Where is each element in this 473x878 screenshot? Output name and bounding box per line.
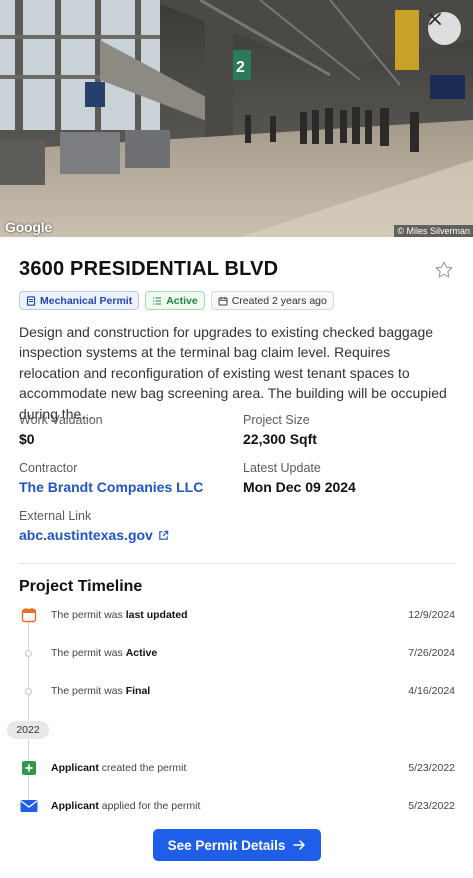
street-view-photo: 2 Google © Miles Silverman: [0, 0, 473, 237]
contractor-link[interactable]: The Brandt Companies LLC: [19, 479, 203, 495]
dot-icon: [19, 644, 38, 663]
favorite-button[interactable]: [434, 260, 454, 280]
work-valuation-label: Work Valuation: [19, 413, 103, 427]
timeline-item-date: 7/26/2024: [408, 647, 455, 659]
timeline-item-date: 12/9/2024: [408, 609, 455, 621]
close-button[interactable]: [428, 12, 461, 45]
latest-update-field: Latest Update Mon Dec 09 2024: [243, 461, 356, 495]
project-size-value: 22,300 Sqft: [243, 431, 317, 447]
project-size-label: Project Size: [243, 413, 310, 427]
calendar-icon: [19, 606, 38, 625]
photo-credit: © Miles Silverman: [394, 225, 473, 237]
see-permit-details-button[interactable]: See Permit Details: [153, 829, 321, 861]
permit-type-label: Mechanical Permit: [40, 294, 133, 307]
timeline-item-text: Applicant applied for the permit: [51, 800, 201, 812]
status-badge: Active: [145, 291, 205, 310]
timeline-item-text: The permit was Active: [51, 647, 158, 659]
timeline-item-date: 5/23/2022: [408, 762, 455, 774]
project-size-field: Project Size 22,300 Sqft: [243, 413, 317, 447]
timeline-item-date: 5/23/2022: [408, 800, 455, 812]
dot-icon: [19, 682, 38, 701]
created-label: Created 2 years ago: [231, 294, 327, 307]
close-icon: [429, 13, 441, 25]
work-valuation-field: Work Valuation $0: [19, 413, 103, 447]
contractor-field: Contractor The Brandt Companies LLC: [19, 461, 203, 495]
permit-address-title: 3600 PRESIDENTIAL BLVD: [19, 258, 279, 280]
year-marker: 2022: [7, 721, 49, 739]
airport-terminal-image: 2: [0, 0, 473, 237]
created-badge: Created 2 years ago: [210, 291, 334, 310]
status-label: Active: [166, 294, 198, 307]
external-link-field: External Link abc.austintexas.gov: [19, 509, 169, 543]
document-icon: [26, 295, 36, 306]
timeline-item: Applicant applied for the permit 5/23/20…: [19, 796, 455, 816]
calendar-small-icon: [218, 296, 228, 305]
latest-update-value: Mon Dec 09 2024: [243, 479, 356, 495]
permit-description: Design and construction for upgrades to …: [19, 324, 447, 422]
timeline-item: The permit was Final 4/16/2024: [19, 681, 455, 701]
timeline-item-text: The permit was Final: [51, 685, 151, 697]
permit-type-badge: Mechanical Permit: [19, 291, 140, 310]
timeline-item-text: The permit was last updated: [51, 609, 188, 621]
plus-icon: [19, 759, 38, 778]
timeline-item: The permit was Active 7/26/2024: [19, 643, 455, 663]
external-link[interactable]: abc.austintexas.gov: [19, 527, 169, 543]
badge-row: Mechanical Permit Active Created 2 years…: [19, 291, 334, 310]
timeline-item-date: 4/16/2024: [408, 685, 455, 697]
timeline-title: Project Timeline: [19, 578, 143, 595]
work-valuation-value: $0: [19, 431, 35, 447]
svg-text:2: 2: [236, 59, 245, 76]
timeline-item: Applicant created the permit 5/23/2022: [19, 758, 455, 778]
latest-update-label: Latest Update: [243, 461, 321, 475]
external-link-label: External Link: [19, 509, 92, 523]
external-link-icon[interactable]: [158, 530, 169, 541]
external-link-text[interactable]: abc.austintexas.gov: [19, 527, 153, 543]
google-logo: Google: [5, 219, 53, 235]
arrow-right-icon: [293, 840, 306, 850]
timeline-item: The permit was last updated 12/9/2024: [19, 605, 455, 625]
list-icon: [153, 296, 162, 305]
timeline-item-text: Applicant created the permit: [51, 762, 187, 774]
mail-icon: [19, 797, 38, 816]
star-icon: [435, 261, 453, 278]
see-permit-details-label: See Permit Details: [167, 837, 286, 853]
contractor-label: Contractor: [19, 461, 78, 475]
section-divider: [19, 563, 455, 564]
